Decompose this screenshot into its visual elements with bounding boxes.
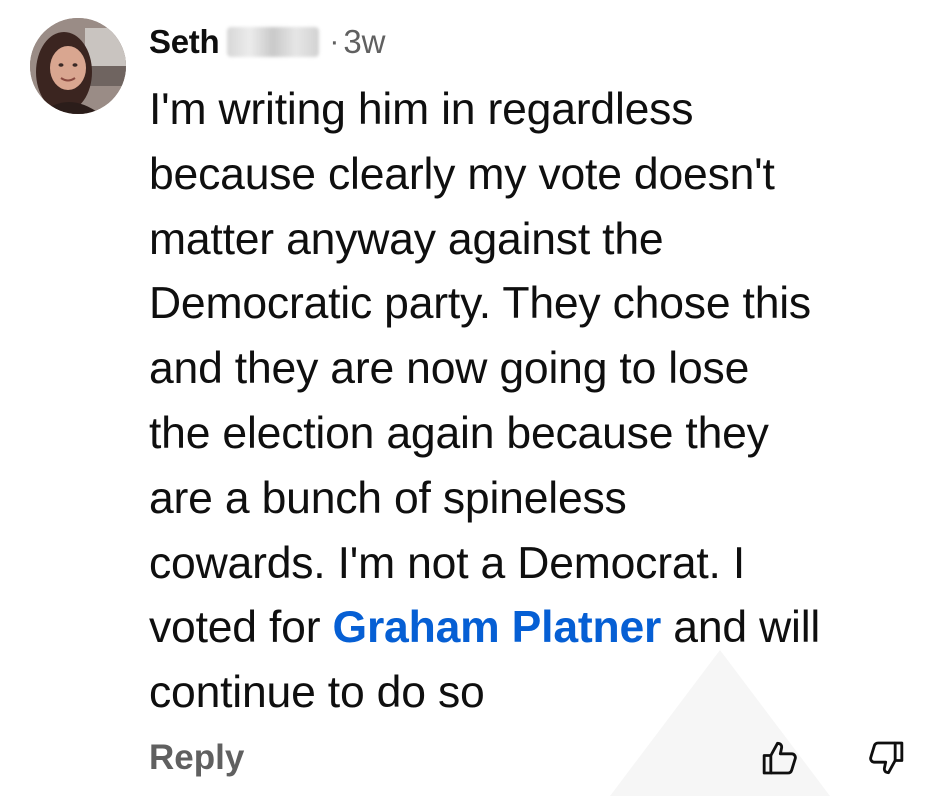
comment-line: cowards. I'm not a Democrat. I (149, 538, 746, 588)
comment-text-segment: and will (661, 603, 821, 653)
comment-line: the election again because they (149, 408, 769, 458)
avatar-image (30, 18, 126, 114)
separator-dot: · (329, 25, 340, 58)
thumbs-down-icon (869, 741, 904, 775)
like-button[interactable] (758, 736, 802, 780)
redacted-surname (227, 27, 320, 57)
comment-line: and they are now going to lose (149, 344, 750, 394)
author-name[interactable]: Seth (149, 23, 220, 61)
comment: Seth · 3w I'm writing him in regardless … (0, 0, 945, 796)
comment-line: voted for Graham Platner and will (149, 596, 939, 661)
reply-button[interactable]: Reply (149, 738, 244, 778)
timestamp[interactable]: 3w (343, 23, 385, 61)
comment-text: I'm writing him in regardless because cl… (149, 78, 939, 726)
comment-actions: Reply (149, 732, 945, 792)
comment-line: matter anyway against the (149, 214, 664, 264)
comment-text-segment: voted for (149, 603, 333, 653)
comment-line: Democratic party. They chose this (149, 279, 811, 329)
thumbs-up-icon (762, 741, 797, 775)
mention-link[interactable]: Graham Platner (333, 603, 662, 652)
comment-header: Seth · 3w (149, 18, 386, 66)
comment-line: I'm writing him in regardless (149, 85, 694, 134)
dislike-button[interactable] (864, 736, 908, 780)
comment-line: are a bunch of spineless (149, 473, 627, 523)
avatar[interactable] (30, 18, 126, 114)
comment-line: because clearly my vote doesn't (149, 149, 775, 199)
comment-line: continue to do so (149, 668, 485, 718)
